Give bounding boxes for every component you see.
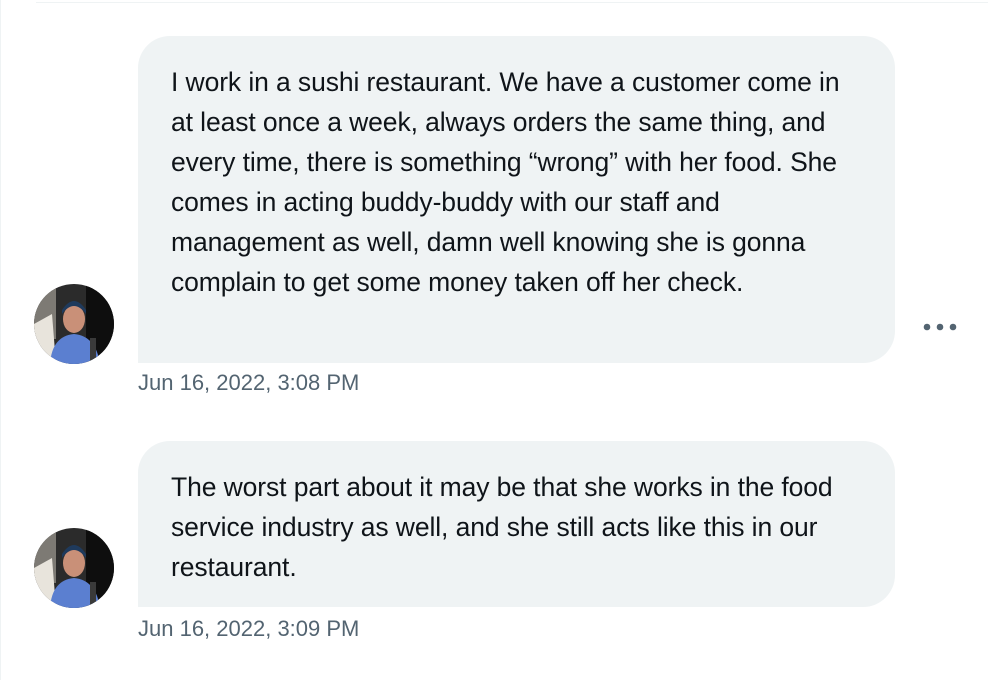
message-text: The worst part about it may be that she … [171, 472, 833, 582]
more-horizontal-icon [923, 323, 957, 331]
message-bubble[interactable]: The worst part about it may be that she … [138, 441, 895, 607]
more-options-button[interactable] [920, 314, 960, 340]
avatar-image [34, 284, 114, 364]
avatar[interactable] [34, 284, 114, 364]
message-text: I work in a sushi restaurant. We have a … [171, 67, 840, 297]
dm-conversation: I work in a sushi restaurant. We have a … [0, 0, 988, 680]
message-bubble[interactable]: I work in a sushi restaurant. We have a … [138, 36, 895, 363]
avatar-image [34, 528, 114, 608]
divider [36, 2, 988, 3]
avatar[interactable] [34, 528, 114, 608]
divider [0, 0, 1, 680]
message-timestamp: Jun 16, 2022, 3:08 PM [138, 370, 360, 395]
message-timestamp: Jun 16, 2022, 3:09 PM [138, 616, 360, 641]
